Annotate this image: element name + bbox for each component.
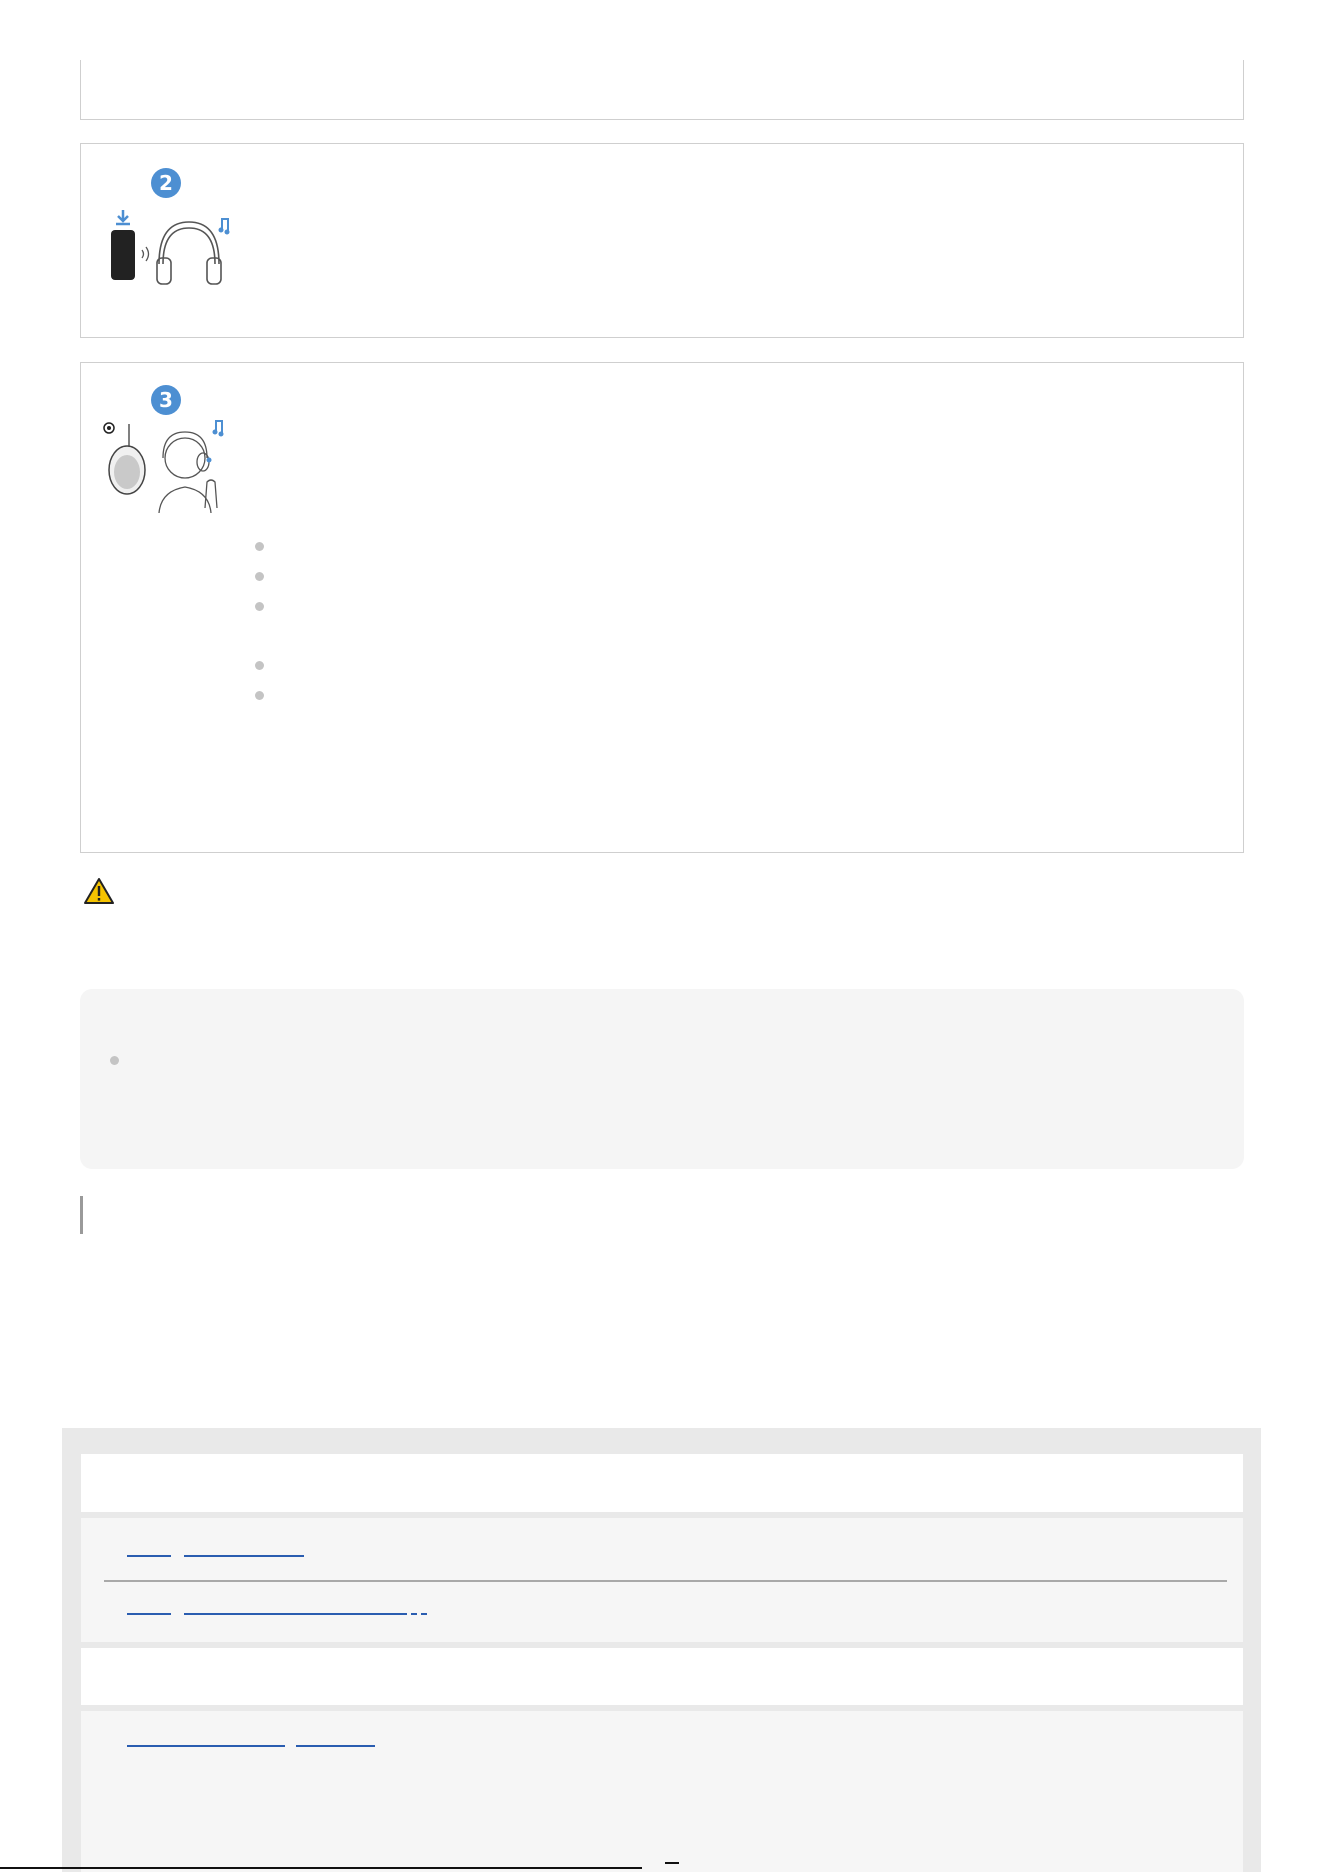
list-bullet xyxy=(255,602,264,611)
related-section-list xyxy=(81,1711,1243,1872)
listener-icon xyxy=(158,431,218,513)
hint-box xyxy=(80,989,1244,1169)
related-topics-panel xyxy=(62,1428,1261,1872)
related-link[interactable] xyxy=(184,1613,407,1615)
related-section-list xyxy=(81,1518,1243,1642)
footer-rule xyxy=(0,1867,642,1869)
music-note-icon xyxy=(212,420,224,437)
footer-mark xyxy=(665,1862,679,1864)
music-note-icon xyxy=(218,218,230,235)
step-card-3: 3 xyxy=(80,362,1244,853)
step-card-1-continued xyxy=(80,60,1244,120)
related-link[interactable] xyxy=(127,1613,171,1615)
list-bullet xyxy=(255,661,264,670)
related-link[interactable] xyxy=(184,1555,304,1557)
list-divider xyxy=(104,1580,1227,1582)
step-card-2: 2 xyxy=(80,143,1244,338)
related-link[interactable] xyxy=(411,1613,417,1615)
listener-touch-control-illustration xyxy=(103,420,224,513)
list-bullet xyxy=(255,572,264,581)
related-section-header xyxy=(81,1648,1243,1705)
list-bullet xyxy=(110,1056,119,1065)
warning-triangle-icon xyxy=(84,878,114,904)
list-bullet xyxy=(255,542,264,551)
download-arrow-icon xyxy=(116,210,130,226)
related-link[interactable] xyxy=(127,1745,285,1747)
smartphone-icon xyxy=(111,230,135,280)
related-section-header xyxy=(81,1454,1243,1512)
list-bullet xyxy=(255,691,264,700)
smartphone-headphones-illustration xyxy=(111,210,230,285)
related-link[interactable] xyxy=(421,1613,427,1615)
wireless-signal-icon xyxy=(141,246,150,262)
step-number-badge: 2 xyxy=(151,168,181,198)
section-heading-marker xyxy=(80,1196,83,1234)
step-number-badge: 3 xyxy=(151,385,181,415)
related-link[interactable] xyxy=(127,1555,171,1557)
related-link[interactable] xyxy=(296,1745,375,1747)
ear-cup-icon xyxy=(108,424,146,495)
headphones-icon xyxy=(156,221,222,285)
